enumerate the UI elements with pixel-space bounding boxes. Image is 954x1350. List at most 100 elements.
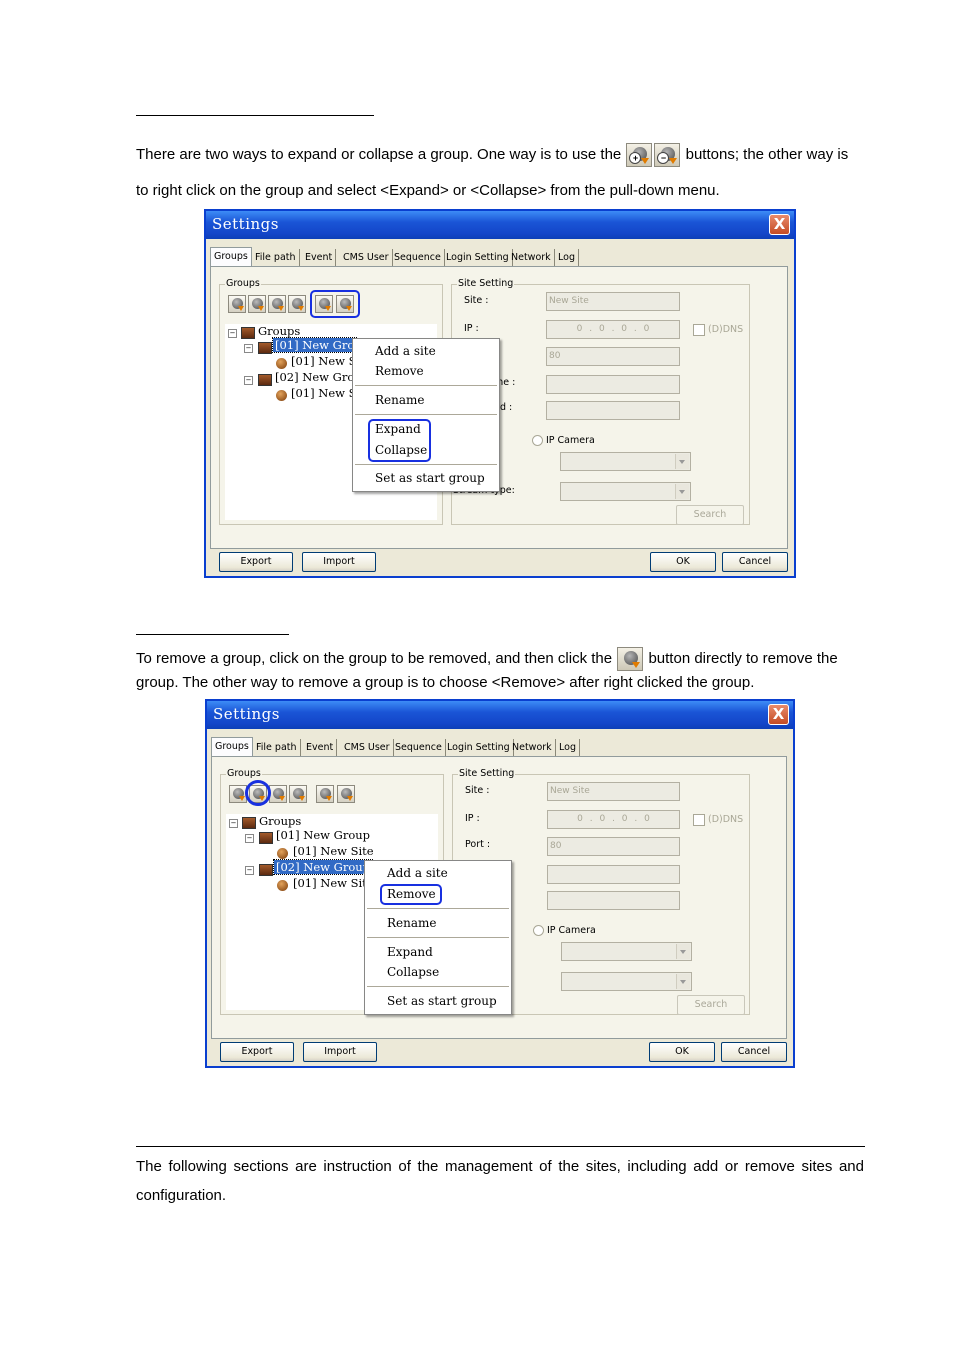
password-input[interactable]	[546, 401, 680, 420]
context-menu: Add a site Remove Rename Expand Collapse…	[352, 338, 500, 492]
search-button[interactable]: Search	[676, 505, 744, 525]
ip-camera-radio[interactable]	[533, 925, 544, 936]
highlight-expand-collapse-items	[368, 419, 431, 462]
stream-type-select[interactable]	[560, 482, 691, 501]
tab-cms-user[interactable]: CMS User	[340, 249, 393, 266]
tab-log[interactable]: Log	[556, 739, 580, 756]
ip-camera-radio[interactable]	[532, 435, 543, 446]
remove-group-button[interactable]	[248, 295, 266, 313]
ip-camera-label: IP Camera	[547, 925, 596, 936]
port-label: Port :	[465, 839, 491, 850]
import-button[interactable]: Import	[303, 1042, 377, 1062]
dialog-title: Settings	[213, 705, 280, 723]
add-group-button[interactable]	[269, 785, 287, 803]
export-button[interactable]: Export	[219, 552, 293, 572]
stream-type-select[interactable]	[561, 972, 692, 991]
tab-cms-user[interactable]: CMS User	[341, 739, 394, 756]
collapse-toggle-icon[interactable]: −	[245, 834, 254, 843]
site-name-input[interactable]: New Site	[547, 782, 680, 801]
add-group-button[interactable]	[268, 295, 286, 313]
menu-separator	[355, 385, 497, 386]
tree-site[interactable]: [01] New S	[291, 354, 357, 368]
tree-root[interactable]: Groups	[259, 814, 301, 828]
tab-event[interactable]: Event	[303, 739, 338, 756]
rename-button[interactable]	[288, 295, 306, 313]
close-button[interactable]: X	[768, 704, 789, 725]
tab-file-path[interactable]: File path	[252, 249, 300, 266]
ip-input[interactable]: 0 . 0 . 0 . 0	[547, 810, 680, 829]
groups-legend: Groups	[226, 768, 262, 779]
menu-item-expand[interactable]: Expand	[387, 945, 433, 959]
ip-input[interactable]: 0 . 0 . 0 . 0	[546, 320, 680, 339]
tree-group-01[interactable]: [01] New Group	[276, 828, 370, 842]
menu-item-remove[interactable]: Remove	[375, 364, 424, 378]
collapse-toggle-icon[interactable]: −	[244, 344, 253, 353]
password-label-partial: d :	[500, 402, 513, 413]
tab-login-setting[interactable]: Login Setting	[443, 249, 513, 266]
tree-group-01[interactable]: [01] New Gro	[271, 337, 358, 353]
site-name-input[interactable]: New Site	[546, 292, 680, 311]
tree-root[interactable]: Groups	[258, 324, 300, 338]
password-input[interactable]	[547, 891, 680, 910]
group-folder-icon	[259, 864, 273, 876]
site-icon	[277, 848, 288, 859]
tab-network[interactable]: Network	[508, 249, 555, 266]
tab-network[interactable]: Network	[509, 739, 556, 756]
menu-item-add-site[interactable]: Add a site	[387, 866, 448, 880]
tree-site[interactable]: [01] New S	[291, 386, 357, 400]
menu-item-rename[interactable]: Rename	[387, 916, 437, 930]
ip-label: IP :	[464, 323, 479, 334]
tree-group-02[interactable]: [02] New Gro	[275, 370, 354, 384]
menu-item-add-site[interactable]: Add a site	[375, 344, 436, 358]
rename-button[interactable]	[289, 785, 307, 803]
port-input[interactable]: 80	[547, 837, 680, 856]
dropdown-arrow-icon	[676, 944, 690, 959]
tab-sequence[interactable]: Sequence	[392, 739, 446, 756]
heading-underline-expand-collapse	[136, 115, 374, 116]
tab-file-path[interactable]: File path	[253, 739, 301, 756]
username-input[interactable]	[546, 375, 680, 394]
menu-separator	[367, 937, 509, 938]
menu-item-rename[interactable]: Rename	[375, 393, 425, 407]
close-button[interactable]: X	[769, 214, 790, 235]
port-input[interactable]: 80	[546, 347, 680, 366]
tab-groups[interactable]: Groups	[210, 247, 252, 267]
ddns-label: (D)DNS	[708, 324, 744, 335]
collapse-toggle-icon[interactable]: −	[229, 819, 238, 828]
tree-site[interactable]: [01] New Sit	[293, 876, 367, 890]
cancel-button[interactable]: Cancel	[721, 1042, 787, 1062]
menu-item-collapse[interactable]: Collapse	[387, 965, 439, 979]
tab-groups[interactable]: Groups	[211, 737, 253, 757]
tab-strip: Groups File path Event CMS User Sequence…	[211, 737, 789, 757]
camera-model-select[interactable]	[561, 942, 692, 961]
group-folder-icon	[242, 817, 256, 829]
highlight-remove-item	[380, 884, 442, 905]
tab-log[interactable]: Log	[555, 249, 579, 266]
import-button[interactable]: Import	[302, 552, 376, 572]
ok-button[interactable]: OK	[650, 552, 716, 572]
tree-group-02[interactable]: [02] New Group	[272, 859, 374, 875]
tab-sequence[interactable]: Sequence	[391, 249, 445, 266]
export-button[interactable]: Export	[220, 1042, 294, 1062]
expand-button[interactable]	[316, 785, 334, 803]
paragraph-text: There are two ways to expand or collapse…	[136, 146, 622, 163]
username-input[interactable]	[547, 865, 680, 884]
ddns-checkbox[interactable]	[693, 324, 705, 336]
camera-model-select[interactable]	[560, 452, 691, 471]
cancel-button[interactable]: Cancel	[722, 552, 788, 572]
menu-item-set-start-group[interactable]: Set as start group	[375, 471, 485, 485]
add-site-button[interactable]	[228, 295, 246, 313]
collapse-toggle-icon[interactable]: −	[244, 376, 253, 385]
tree-site[interactable]: [01] New Site	[293, 844, 374, 858]
search-button[interactable]: Search	[677, 995, 745, 1015]
ok-button[interactable]: OK	[649, 1042, 715, 1062]
collapse-toggle-icon[interactable]: −	[228, 329, 237, 338]
site-setting-legend: Site Setting	[458, 768, 516, 779]
collapse-toggle-icon[interactable]: −	[245, 866, 254, 875]
tab-login-setting[interactable]: Login Setting	[444, 739, 514, 756]
menu-item-set-start-group[interactable]: Set as start group	[387, 994, 497, 1008]
ddns-checkbox[interactable]	[693, 814, 705, 826]
tab-event[interactable]: Event	[302, 249, 337, 266]
collapse-button[interactable]	[337, 785, 355, 803]
ip-label: IP :	[465, 813, 480, 824]
